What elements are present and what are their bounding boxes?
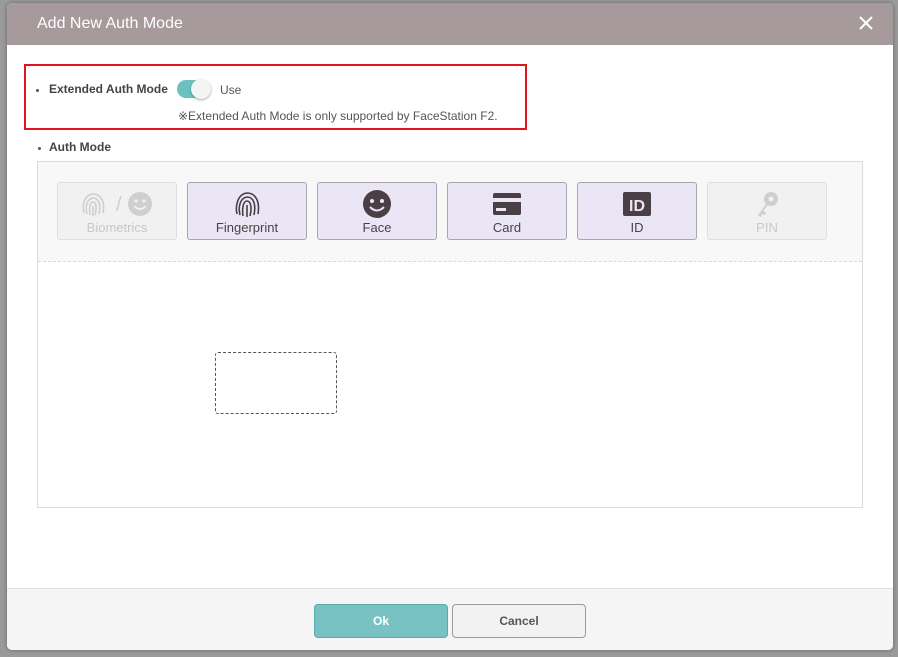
id-button[interactable]: ID ID	[577, 182, 697, 240]
pin-button[interactable]: PIN	[707, 182, 827, 240]
bullet-auth-mode	[38, 147, 41, 150]
cancel-button[interactable]: Cancel	[452, 604, 586, 638]
toggle-use-label: Use	[220, 83, 242, 97]
biometrics-button[interactable]: / Biometrics	[57, 182, 177, 240]
id-icon: ID	[623, 192, 651, 216]
bullet-extended-auth	[36, 89, 39, 92]
key-icon	[758, 192, 778, 217]
fingerprint-button[interactable]: Fingerprint	[187, 182, 307, 240]
card-label: Card	[492, 220, 522, 235]
auth-mode-label: Auth Mode	[49, 140, 111, 154]
id-label: ID	[630, 220, 644, 235]
fingerprint-icon	[235, 192, 260, 217]
extended-auth-label: Extended Auth Mode	[49, 82, 168, 96]
close-icon	[859, 16, 873, 30]
dialog-footer: Ok Cancel	[7, 588, 893, 650]
face-button[interactable]: Face	[317, 182, 437, 240]
ok-button[interactable]: Ok	[314, 604, 448, 638]
dialog-title: Add New Auth Mode	[37, 15, 183, 32]
card-icon	[493, 193, 521, 215]
auth-mode-panel: / Biometrics Fingerprint Face Card ID ID…	[37, 161, 863, 508]
face-icon	[363, 190, 391, 218]
auth-mode-toolbar: / Biometrics Fingerprint Face Card ID ID…	[38, 162, 862, 262]
add-auth-mode-dialog: Add New Auth Mode Extended Auth Mode Use…	[7, 3, 893, 650]
close-button[interactable]	[855, 12, 877, 34]
biometrics-separator: /	[116, 194, 122, 216]
toggle-knob	[191, 79, 211, 99]
face-label: Face	[362, 220, 392, 235]
extended-auth-toggle[interactable]	[177, 79, 211, 99]
biometrics-icon: /	[82, 192, 152, 216]
biometrics-label: Biometrics	[86, 220, 148, 235]
extended-auth-note: ※Extended Auth Mode is only supported by…	[178, 109, 498, 123]
dialog-header: Add New Auth Mode	[7, 3, 893, 45]
svg-text:ID: ID	[629, 198, 645, 215]
pin-label: PIN	[756, 220, 778, 235]
fingerprint-label: Fingerprint	[215, 220, 279, 235]
auth-mode-drop-zone[interactable]	[215, 352, 337, 414]
card-button[interactable]: Card	[447, 182, 567, 240]
